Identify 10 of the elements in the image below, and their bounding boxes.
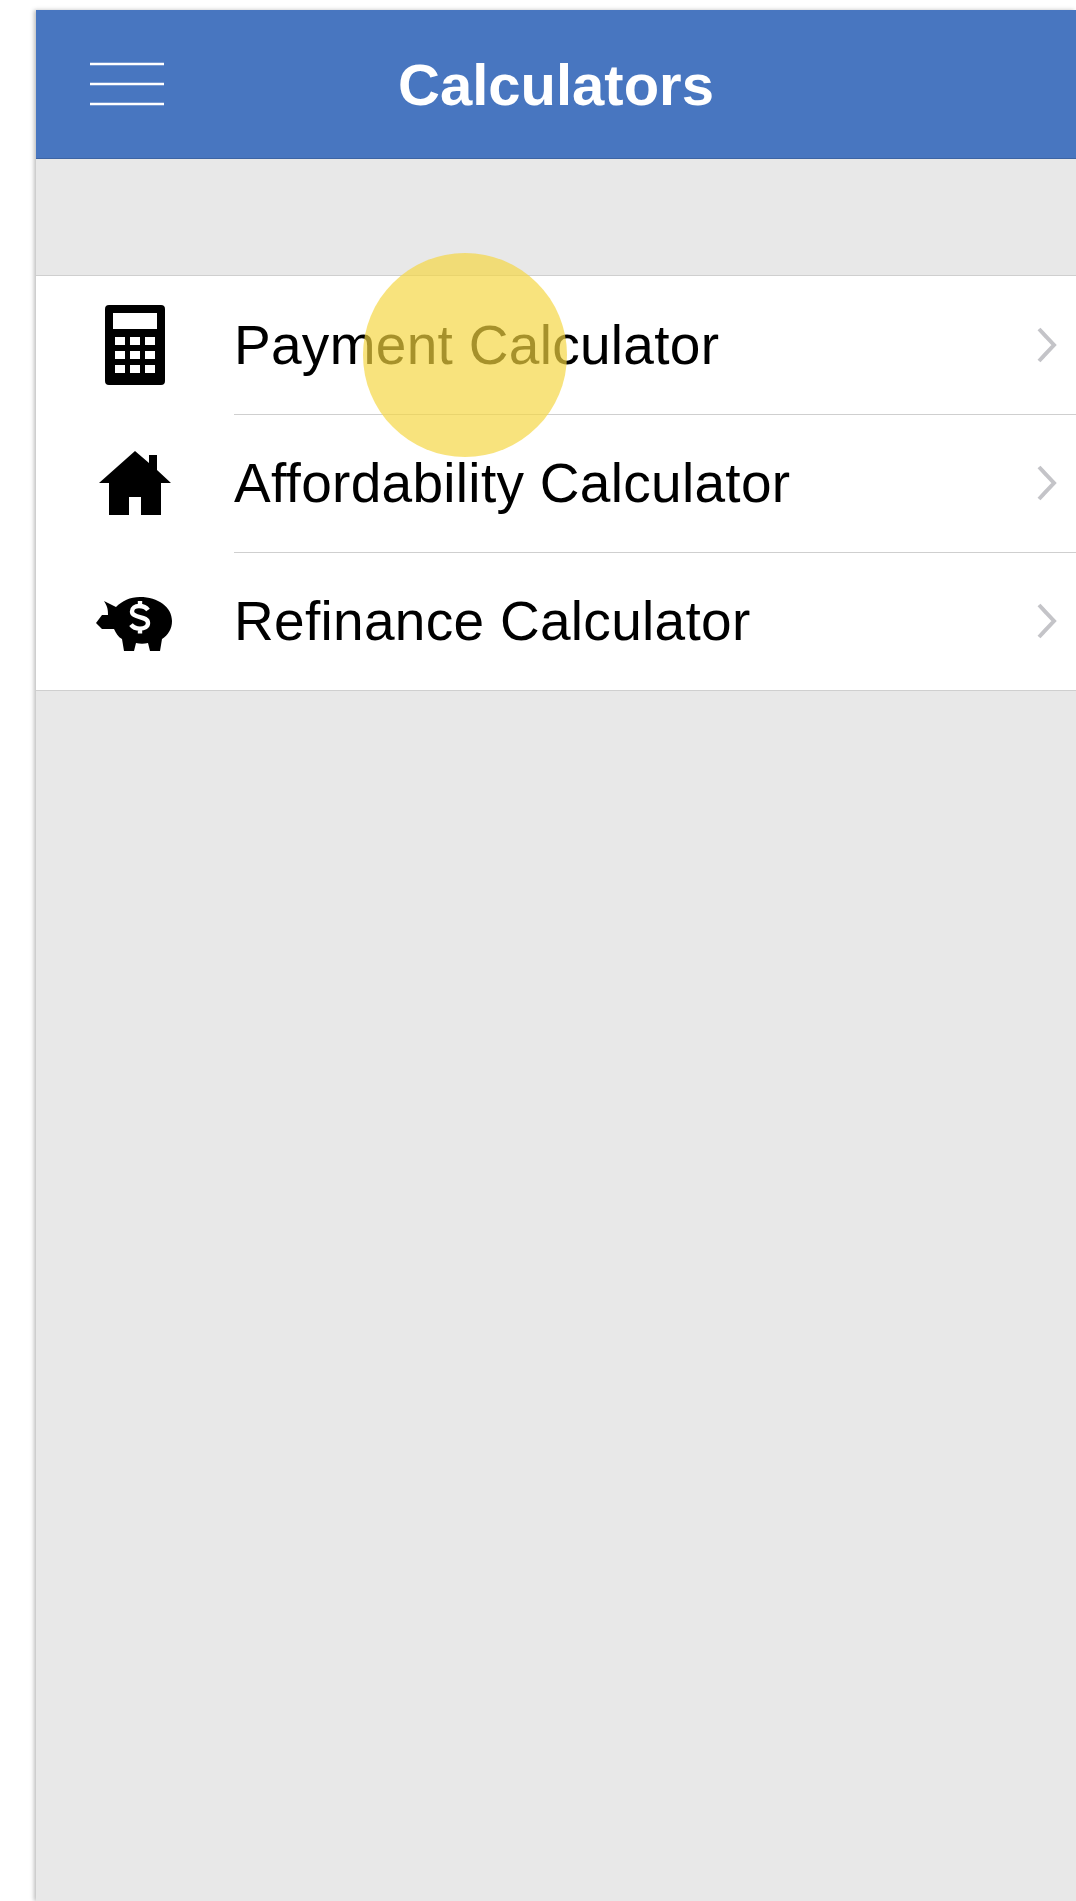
chevron-icon: [1036, 463, 1058, 502]
list-item[interactable]: Payment Calculator: [36, 276, 1076, 414]
chevron-icon: [1036, 602, 1058, 640]
calculator-icon: [105, 305, 165, 385]
header-title: Calculators: [398, 50, 714, 118]
menu-button[interactable]: [90, 62, 164, 106]
chevron-icon: [1036, 325, 1058, 364]
list-item[interactable]: Refinance Calculator: [36, 552, 1076, 690]
menu-icon: [90, 62, 164, 106]
list-item[interactable]: Affordability Calculator: [36, 414, 1076, 552]
